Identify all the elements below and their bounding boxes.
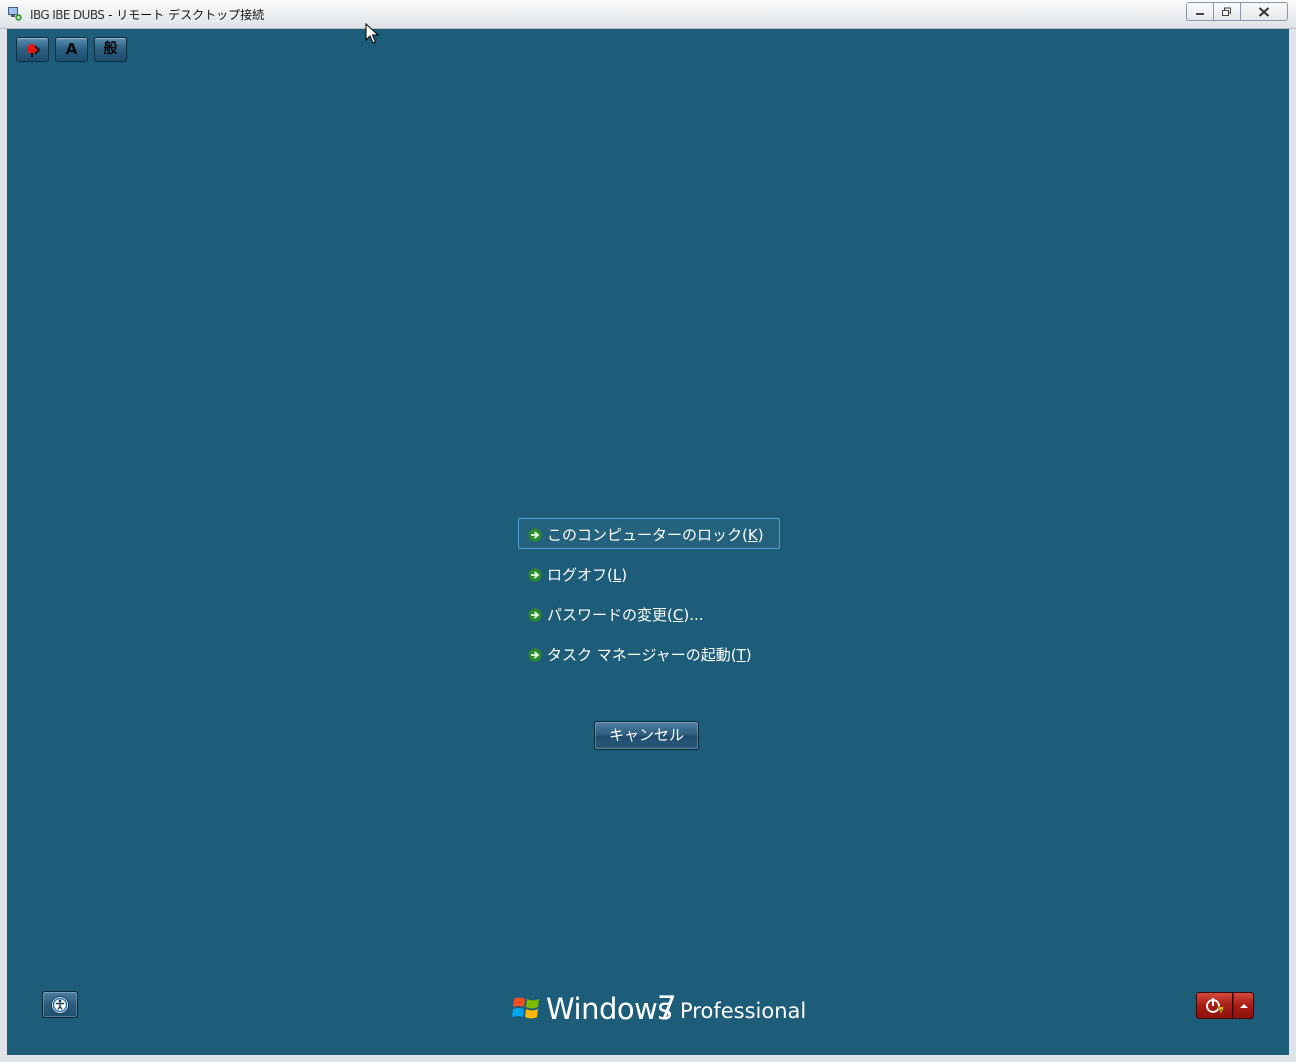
green-arrow-icon bbox=[528, 608, 542, 622]
ime-input-mode-button[interactable]: A bbox=[55, 37, 88, 62]
green-arrow-icon bbox=[528, 648, 542, 662]
window-controls bbox=[1186, 2, 1288, 21]
change-password-label: パスワードの変更(C)... bbox=[547, 606, 704, 624]
lock-computer-label: このコンピューターのロック(K) bbox=[547, 526, 764, 544]
minimize-icon bbox=[1196, 12, 1204, 15]
windows-version: 7 bbox=[657, 990, 677, 1026]
green-arrow-icon bbox=[528, 568, 542, 582]
ease-of-access-icon bbox=[51, 995, 69, 1014]
close-button[interactable] bbox=[1240, 2, 1288, 21]
ime-kanji-button[interactable]: 般 bbox=[94, 37, 127, 62]
remote-desktop-screen: A 般 このコンピューターのロック(K) ログオフ(L) パスワードの変更(C)… bbox=[7, 29, 1289, 1055]
restore-icon bbox=[1222, 7, 1231, 16]
chevron-up-icon bbox=[1239, 1003, 1248, 1008]
windows-edition: Professional bbox=[680, 999, 807, 1023]
shutdown-options-button[interactable] bbox=[1233, 992, 1254, 1019]
logoff-label: ログオフ(L) bbox=[547, 566, 628, 584]
language-bar-icon bbox=[26, 43, 40, 57]
green-arrow-icon bbox=[528, 528, 542, 542]
restore-button[interactable] bbox=[1213, 2, 1240, 21]
app-title: リモート デスクトップ接続 bbox=[116, 8, 265, 22]
window-title: IBG IBE DUBS - リモート デスクトップ接続 bbox=[30, 6, 264, 23]
minimize-button[interactable] bbox=[1186, 2, 1213, 21]
windows-flag-icon bbox=[512, 997, 539, 1019]
change-password-option[interactable]: パスワードの変更(C)... bbox=[518, 598, 780, 629]
security-options-list: このコンピューターのロック(K) ログオフ(L) パスワードの変更(C)... … bbox=[518, 518, 780, 678]
windows-7-professional-logo: Windows 7 Professional bbox=[512, 990, 806, 1029]
shutdown-button[interactable] bbox=[1196, 992, 1233, 1019]
remote-host-name: IBG IBE DUBS bbox=[30, 8, 105, 22]
logoff-option[interactable]: ログオフ(L) bbox=[518, 558, 780, 589]
start-task-manager-option[interactable]: タスク マネージャーの起動(T) bbox=[518, 638, 780, 669]
shutdown-icon bbox=[1205, 997, 1224, 1015]
remote-desktop-icon bbox=[8, 7, 22, 21]
lock-computer-option[interactable]: このコンピューターのロック(K) bbox=[518, 518, 780, 549]
ease-of-access-button[interactable] bbox=[42, 991, 78, 1018]
window-titlebar[interactable]: IBG IBE DUBS - リモート デスクトップ接続 bbox=[0, 0, 1296, 29]
title-separator: - bbox=[104, 8, 117, 22]
cancel-button[interactable]: キャンセル bbox=[594, 721, 699, 750]
close-icon bbox=[1258, 6, 1270, 17]
mouse-cursor-icon bbox=[365, 23, 379, 44]
windows-wordmark: Windows bbox=[546, 992, 672, 1026]
language-bar-button[interactable] bbox=[16, 37, 49, 62]
start-task-manager-label: タスク マネージャーの起動(T) bbox=[547, 646, 752, 664]
